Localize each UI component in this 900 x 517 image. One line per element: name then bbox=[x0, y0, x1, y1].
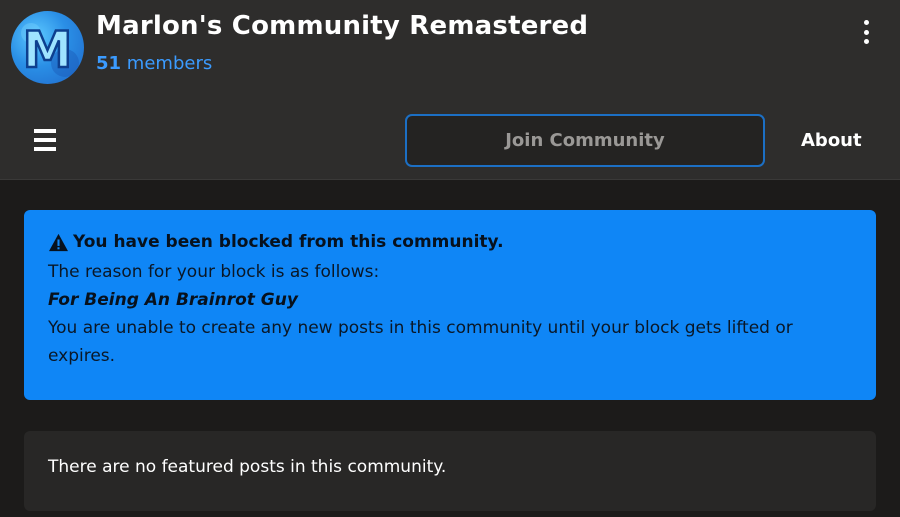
member-count-number: 51 bbox=[96, 53, 122, 74]
blocked-alert: You have been blocked from this communit… bbox=[24, 210, 876, 400]
alert-reason-intro: The reason for your block is as follows: bbox=[48, 262, 380, 282]
join-community-button[interactable]: Join Community bbox=[405, 114, 765, 167]
hamburger-bar bbox=[34, 129, 56, 133]
alert-headline: You have been blocked from this communit… bbox=[73, 232, 504, 252]
community-avatar[interactable]: M bbox=[11, 11, 84, 84]
avatar-letter-graphic: M bbox=[21, 20, 79, 80]
member-count-label: members bbox=[126, 53, 213, 74]
kebab-dot bbox=[863, 20, 869, 25]
alert-reason: For Being An Brainrot Guy bbox=[48, 290, 298, 310]
hamburger-bar bbox=[34, 147, 56, 151]
about-tab[interactable]: About bbox=[801, 130, 862, 151]
kebab-dot bbox=[863, 39, 869, 44]
community-title: Marlon's Community Remastered bbox=[96, 11, 589, 41]
community-header: M Marlon's Community Remastered 51 membe… bbox=[0, 0, 900, 180]
featured-empty-text: There are no featured posts in this comm… bbox=[48, 457, 447, 477]
hamburger-icon[interactable] bbox=[34, 129, 56, 151]
featured-posts-panel: There are no featured posts in this comm… bbox=[24, 431, 876, 511]
alert-details: You are unable to create any new posts i… bbox=[48, 318, 793, 366]
hamburger-bar bbox=[34, 138, 56, 142]
alert-headline-row: You have been blocked from this communit… bbox=[48, 232, 852, 252]
svg-text:M: M bbox=[23, 21, 73, 79]
warning-triangle-icon bbox=[49, 233, 68, 251]
kebab-dot bbox=[863, 29, 869, 35]
kebab-menu-icon[interactable] bbox=[854, 18, 878, 46]
member-count[interactable]: 51 members bbox=[96, 53, 212, 74]
